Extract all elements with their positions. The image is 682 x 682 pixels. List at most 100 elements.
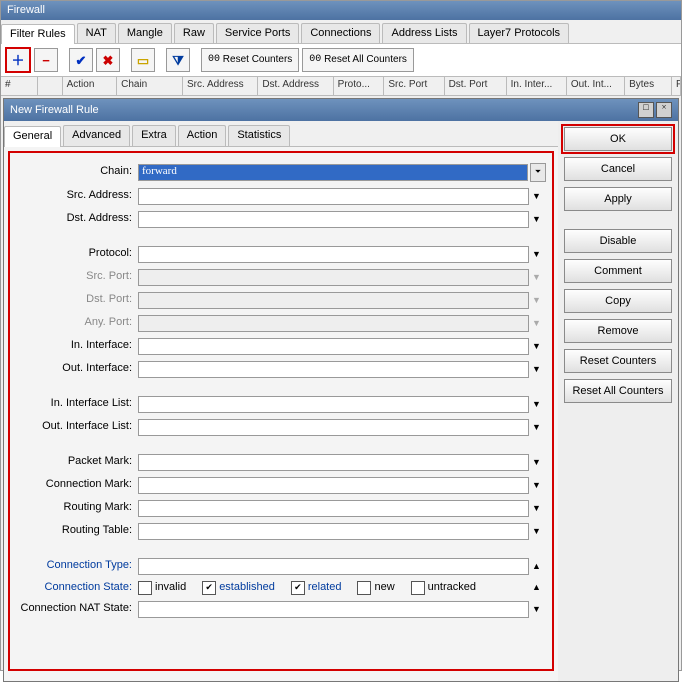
tab-connections[interactable]: Connections xyxy=(301,23,380,43)
label-invalid: invalid xyxy=(155,581,186,594)
tab-mangle[interactable]: Mangle xyxy=(118,23,172,43)
protocol-input[interactable] xyxy=(138,246,529,263)
window-restore-button[interactable]: □ xyxy=(638,102,654,118)
col-dst-address[interactable]: Dst. Address xyxy=(258,77,333,95)
chain-dropdown-button[interactable]: ⏷ xyxy=(530,163,546,182)
copy-button[interactable]: Copy xyxy=(564,289,672,313)
apply-button[interactable]: Apply xyxy=(564,187,672,211)
label-dst-port: Dst. Port: xyxy=(16,293,138,306)
out-interface-list-input[interactable] xyxy=(138,419,529,436)
list-header: # Action Chain Src. Address Dst. Address… xyxy=(1,77,681,96)
add-button[interactable]: ＋ xyxy=(5,47,31,73)
cancel-button[interactable]: Cancel xyxy=(564,157,672,181)
in-interface-list-input[interactable] xyxy=(138,396,529,413)
tab-raw[interactable]: Raw xyxy=(174,23,214,43)
routing-table-toggle[interactable]: ▼ xyxy=(529,526,546,537)
col-packets[interactable]: Packets xyxy=(672,77,681,95)
routing-mark-toggle[interactable]: ▼ xyxy=(529,503,546,514)
remove-button[interactable]: − xyxy=(34,48,58,72)
out-interface-input[interactable] xyxy=(138,361,529,378)
label-routing-mark: Routing Mark: xyxy=(16,501,138,514)
packet-mark-input[interactable] xyxy=(138,454,529,471)
col-src-address[interactable]: Src. Address xyxy=(183,77,258,95)
connection-mark-input[interactable] xyxy=(138,477,529,494)
col-in-inter[interactable]: In. Inter... xyxy=(507,77,567,95)
connection-nat-state-input[interactable] xyxy=(138,601,529,618)
label-any-port: Any. Port: xyxy=(16,316,138,329)
col-proto[interactable]: Proto... xyxy=(334,77,385,95)
tab-filter-rules[interactable]: Filter Rules xyxy=(1,24,75,44)
any-port-input xyxy=(138,315,529,332)
reset-all-counters-button[interactable]: 00 Reset All Counters xyxy=(302,48,414,72)
tab-service-ports[interactable]: Service Ports xyxy=(216,23,299,43)
connection-nat-state-toggle[interactable]: ▼ xyxy=(529,604,546,615)
src-address-input[interactable] xyxy=(138,188,529,205)
protocol-toggle[interactable]: ▼ xyxy=(529,249,546,260)
routing-mark-input[interactable] xyxy=(138,500,529,517)
out-interface-toggle[interactable]: ▼ xyxy=(529,364,546,375)
dst-port-toggle[interactable]: ▼ xyxy=(529,295,546,306)
connection-type-input[interactable] xyxy=(138,558,529,575)
routing-table-input[interactable] xyxy=(138,523,529,540)
tab-general[interactable]: General xyxy=(4,126,61,146)
reset-counters-button[interactable]: 00 Reset Counters xyxy=(201,48,299,72)
tab-layer7-protocols[interactable]: Layer7 Protocols xyxy=(469,23,570,43)
check-related[interactable]: ✔ xyxy=(291,581,305,595)
toolbar: ＋ − ✔ ✖ ▭ ⧩ 00 Reset Counters 00 Reset A… xyxy=(1,44,681,77)
in-interface-toggle[interactable]: ▼ xyxy=(529,341,546,352)
tab-nat[interactable]: NAT xyxy=(77,23,116,43)
label-in-interface: In. Interface: xyxy=(16,339,138,352)
chain-input[interactable]: forward xyxy=(138,164,528,181)
label-src-port: Src. Port: xyxy=(16,270,138,283)
tab-address-lists[interactable]: Address Lists xyxy=(382,23,466,43)
ok-button[interactable]: OK xyxy=(564,127,672,151)
col-out-int[interactable]: Out. Int... xyxy=(567,77,625,95)
connection-type-toggle[interactable]: ▲ xyxy=(529,561,546,572)
enable-button[interactable]: ✔ xyxy=(69,48,93,72)
remove-dialog-button[interactable]: Remove xyxy=(564,319,672,343)
firewall-tabs: Filter Rules NAT Mangle Raw Service Port… xyxy=(1,20,681,44)
check-established[interactable]: ✔ xyxy=(202,581,216,595)
any-port-toggle[interactable]: ▼ xyxy=(529,318,546,329)
check-new[interactable] xyxy=(357,581,371,595)
col-dst-port[interactable]: Dst. Port xyxy=(445,77,507,95)
window-close-button[interactable]: × xyxy=(656,102,672,118)
out-interface-list-toggle[interactable]: ▼ xyxy=(529,422,546,433)
check-invalid[interactable] xyxy=(138,581,152,595)
col-bytes[interactable]: Bytes xyxy=(625,77,672,95)
comment-dialog-button[interactable]: Comment xyxy=(564,259,672,283)
filter-button[interactable]: ⧩ xyxy=(166,48,190,72)
tab-action[interactable]: Action xyxy=(178,125,227,145)
tab-statistics[interactable]: Statistics xyxy=(228,125,290,145)
col-chain[interactable]: Chain xyxy=(117,77,183,95)
check-untracked[interactable] xyxy=(411,581,425,595)
tab-extra[interactable]: Extra xyxy=(132,125,176,145)
tab-advanced[interactable]: Advanced xyxy=(63,125,130,145)
firewall-window-title: Firewall xyxy=(1,1,681,20)
disable-button[interactable]: Disable xyxy=(564,229,672,253)
src-address-toggle[interactable]: ▼ xyxy=(529,191,546,202)
dst-address-input[interactable] xyxy=(138,211,529,228)
col-num[interactable]: # xyxy=(1,77,38,95)
src-port-toggle[interactable]: ▼ xyxy=(529,272,546,283)
label-established: established xyxy=(219,581,275,594)
src-port-input xyxy=(138,269,529,286)
label-src-address: Src. Address: xyxy=(16,189,138,202)
reset-all-counters-dialog-button[interactable]: Reset All Counters xyxy=(564,379,672,403)
label-related: related xyxy=(308,581,342,594)
packet-mark-toggle[interactable]: ▼ xyxy=(529,457,546,468)
label-in-interface-list: In. Interface List: xyxy=(16,397,138,410)
label-connection-state: Connection State: xyxy=(16,581,138,594)
connection-state-toggle[interactable]: ▲ xyxy=(529,582,546,593)
in-interface-list-toggle[interactable]: ▼ xyxy=(529,399,546,410)
comment-button[interactable]: ▭ xyxy=(131,48,155,72)
disable-button[interactable]: ✖ xyxy=(96,48,120,72)
label-connection-nat-state: Connection NAT State: xyxy=(16,602,138,615)
reset-counters-dialog-button[interactable]: Reset Counters xyxy=(564,349,672,373)
in-interface-input[interactable] xyxy=(138,338,529,355)
col-action[interactable]: Action xyxy=(63,77,118,95)
connection-mark-toggle[interactable]: ▼ xyxy=(529,480,546,491)
dst-address-toggle[interactable]: ▼ xyxy=(529,214,546,225)
col-src-port[interactable]: Src. Port xyxy=(384,77,444,95)
col-flag[interactable] xyxy=(38,77,62,95)
